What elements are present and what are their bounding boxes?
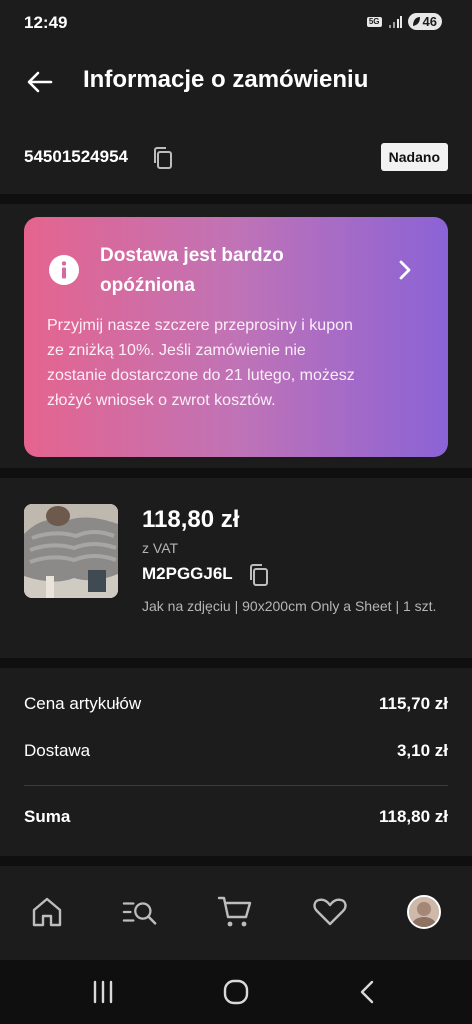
home-circle-icon [223, 979, 249, 1005]
delay-alert-card[interactable]: Dostawa jest bardzo opóźniona Przyjmij n… [24, 217, 448, 457]
nav-search[interactable] [122, 894, 158, 930]
system-navigation [0, 960, 472, 1024]
copy-icon [250, 564, 268, 586]
copy-icon [154, 147, 172, 169]
avatar [407, 895, 441, 929]
delay-alert-section: Dostawa jest bardzo opóźniona Przyjmij n… [0, 204, 472, 468]
product-price: 118,80 zł [142, 506, 240, 533]
order-number: 54501524954 [24, 147, 129, 166]
network-type-badge: 5G [366, 16, 382, 27]
total-label: Suma [24, 807, 71, 826]
nav-profile[interactable] [406, 894, 442, 930]
copy-order-number-button[interactable] [150, 145, 176, 171]
total-value: 118,80 zł [378, 807, 448, 826]
alert-body: Przyjmij nasze szczere przeprosiny i kup… [47, 317, 355, 409]
home-system-button[interactable] [218, 974, 254, 1010]
product-image[interactable] [24, 504, 118, 598]
avatar-image [409, 897, 439, 927]
product-photo [24, 504, 118, 598]
status-bar: 12:49 5G 46 [0, 0, 472, 46]
nav-wishlist[interactable] [312, 894, 348, 930]
signal-icon [388, 15, 402, 28]
app-bar: Informacje o zamówieniu [0, 46, 472, 118]
shipping-row: Dostawa 3,10 zł [24, 741, 448, 761]
battery-level: 46 [422, 14, 437, 29]
alert-title: Dostawa jest bardzo opóźniona [100, 245, 284, 296]
battery-leaf-icon [412, 17, 420, 26]
nav-cart[interactable] [217, 894, 253, 930]
battery-indicator: 46 [407, 13, 442, 30]
recent-apps-icon [93, 980, 113, 1004]
heart-icon [313, 898, 347, 926]
product-section: 118,80 zł z VAT M2PGGJ6L Jak na zdjęciu … [0, 478, 472, 658]
cart-icon [217, 896, 252, 927]
status-time: 12:49 [24, 13, 68, 32]
vat-label: z VAT [142, 540, 179, 556]
total-row: Suma 118,80 zł [24, 807, 448, 827]
price-summary: Cena artykułów 115,70 zł Dostawa 3,10 zł… [0, 668, 472, 856]
info-icon [49, 255, 79, 285]
arrow-left-icon [27, 71, 53, 93]
status-badge: Nadano [380, 143, 448, 171]
product-sku: M2PGGJ6L [142, 564, 233, 583]
chevron-right-icon [399, 260, 411, 280]
search-list-icon [122, 902, 157, 925]
product-variant: Jak na zdjęciu | 90x200cm Only a Sheet |… [142, 598, 437, 614]
page-title: Informacje o zamówieniu [83, 66, 369, 93]
shipping-label: Dostawa [24, 741, 91, 760]
home-icon [32, 897, 62, 927]
back-button[interactable] [22, 64, 58, 100]
items-price-value: 115,70 zł [378, 694, 448, 713]
bottom-navigation [0, 866, 472, 960]
back-chevron-icon [360, 980, 374, 1004]
order-header: 54501524954 Nadano [0, 118, 472, 194]
summary-divider [24, 785, 448, 786]
items-price-label: Cena artykułów [24, 694, 142, 713]
copy-sku-button[interactable] [246, 562, 272, 588]
back-system-button[interactable] [350, 974, 386, 1010]
shipping-value: 3,10 zł [396, 741, 448, 760]
items-price-row: Cena artykułów 115,70 zł [24, 694, 448, 714]
nav-home[interactable] [29, 894, 65, 930]
recent-apps-button[interactable] [85, 974, 121, 1010]
status-icons: 5G 46 [366, 13, 442, 30]
